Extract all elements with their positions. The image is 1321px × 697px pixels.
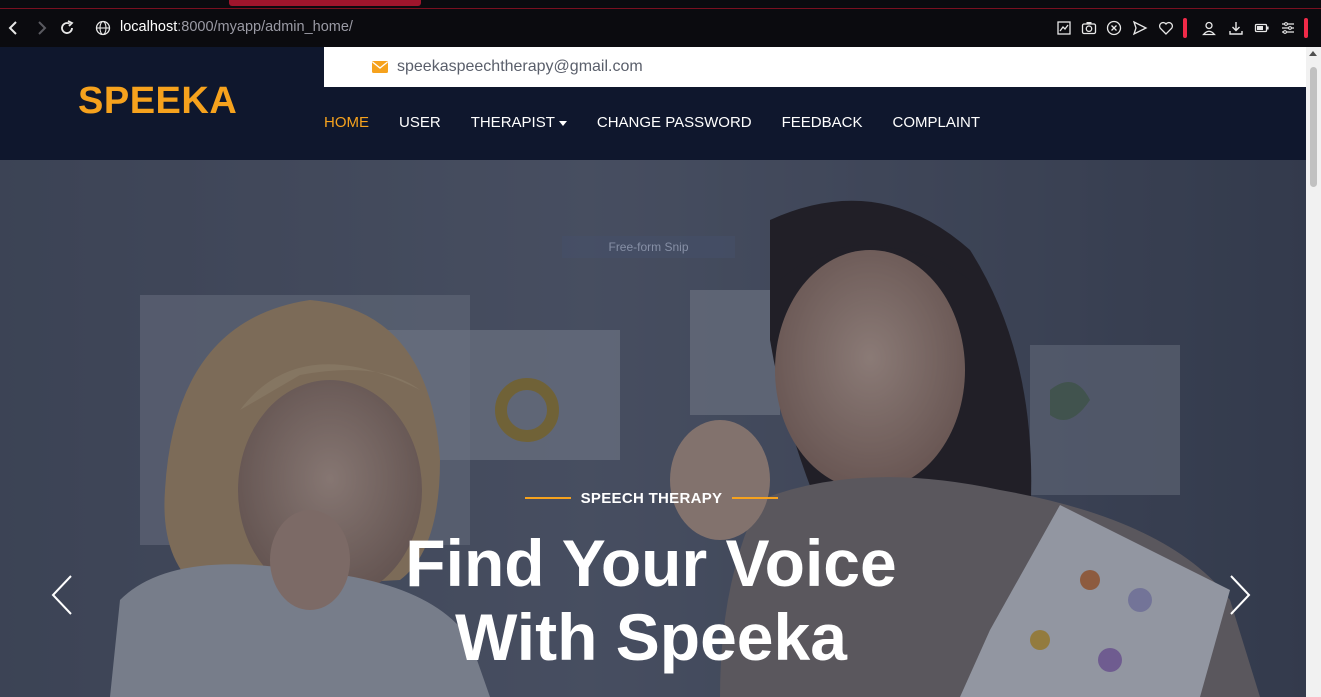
url-path: :8000/myapp/admin_home/ (177, 19, 353, 35)
scroll-thumb[interactable] (1310, 67, 1317, 187)
battery-icon[interactable] (1254, 20, 1270, 36)
nav-user[interactable]: USER (399, 113, 441, 133)
nav-therapist-label: THERAPIST (470, 114, 555, 131)
eyebrow-line-right (732, 497, 779, 499)
hero-title: Find Your Voice With Speeka (300, 526, 1002, 674)
caret-down-icon (558, 120, 567, 126)
send-icon[interactable] (1132, 20, 1148, 36)
heart-icon[interactable] (1158, 20, 1174, 36)
site-logo[interactable]: SPEEKA (78, 80, 237, 123)
profile-icon[interactable] (1201, 20, 1217, 36)
url-host: localhost (120, 19, 178, 35)
eyebrow-line-left (524, 497, 571, 499)
shield-icon[interactable] (1106, 20, 1122, 36)
contact-email[interactable]: speekaspeechtherapy@gmail.com (397, 58, 643, 76)
address-bar[interactable]: localhost:8000/myapp/admin_home/ (120, 19, 353, 35)
nav-complaint[interactable]: COMPLAINT (892, 113, 980, 133)
reload-icon[interactable] (57, 18, 77, 38)
browser-indicator (1183, 18, 1187, 38)
hero-title-line1: Find Your Voice (405, 526, 897, 600)
download-icon[interactable] (1228, 20, 1244, 36)
chevron-right-icon[interactable] (1228, 574, 1252, 616)
web-page: SPEEKA HOME USER THERAPIST CHANGE PASSWO… (0, 47, 1306, 697)
globe-icon (95, 20, 111, 36)
active-tab[interactable] (229, 0, 421, 6)
chevron-left-icon[interactable] (50, 574, 74, 616)
scroll-up-arrow[interactable] (1309, 51, 1317, 56)
hero-eyebrow-text: SPEECH THERAPY (580, 489, 723, 507)
nav-therapist[interactable]: THERAPIST (471, 113, 567, 133)
contact-topbar: speekaspeechtherapy@gmail.com (324, 47, 1306, 87)
hero-title-line2: With Speeka (455, 600, 847, 674)
chart-icon[interactable] (1056, 20, 1072, 36)
nav-feedback[interactable]: FEEDBACK (782, 113, 863, 133)
camera-icon[interactable] (1081, 20, 1097, 36)
page-scrollbar[interactable] (1306, 47, 1321, 697)
main-nav: HOME USER THERAPIST CHANGE PASSWORD FEED… (324, 113, 1010, 133)
nav-home[interactable]: HOME (324, 113, 369, 133)
nav-change-password[interactable]: CHANGE PASSWORD (597, 113, 752, 133)
snip-label: Free-form Snip (562, 236, 735, 258)
hero-eyebrow: SPEECH THERAPY (520, 488, 783, 508)
browser-toolbar: localhost:8000/myapp/admin_home/ (0, 0, 1321, 47)
hero-carousel: Free-form Snip SPEECH THERAPY Find Your … (0, 160, 1306, 697)
browser-indicator-right (1304, 18, 1308, 38)
menu-icon[interactable] (1280, 20, 1296, 36)
forward-icon[interactable] (31, 18, 51, 38)
envelope-icon (372, 61, 388, 73)
tab-strip (0, 0, 1321, 9)
back-icon[interactable] (4, 18, 24, 38)
